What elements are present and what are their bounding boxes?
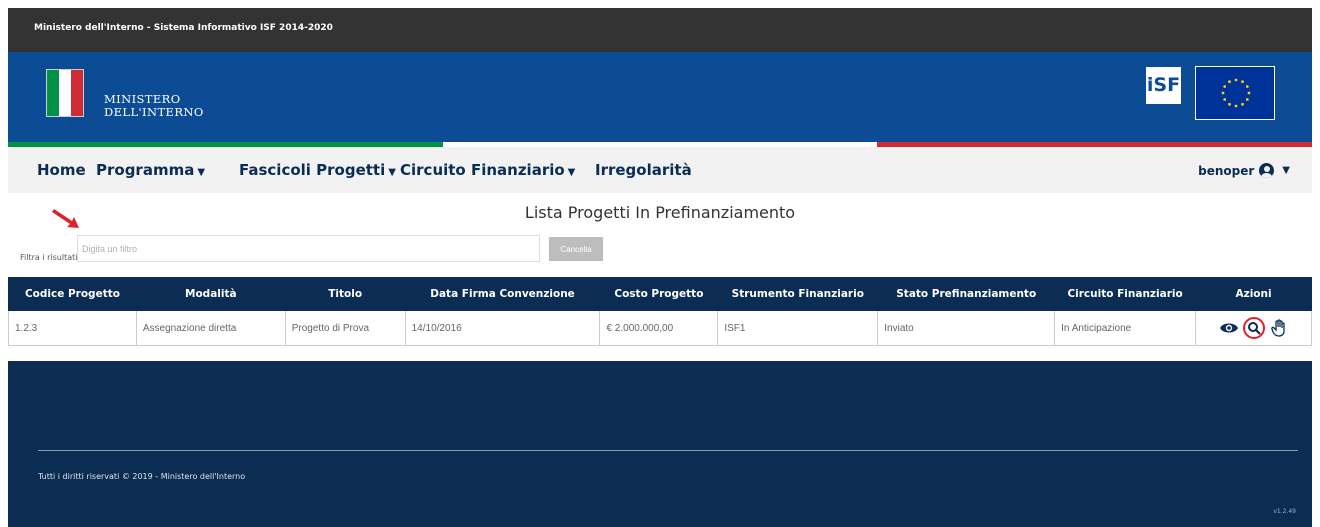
isf-logo: iSF [1146, 67, 1181, 104]
filter-input[interactable] [77, 235, 540, 262]
caret-down-icon: ▼ [197, 167, 206, 178]
cancel-button[interactable]: Cancella [549, 237, 603, 261]
cell-strumento: ISF1 [717, 310, 879, 346]
cell-modalita: Assegnazione diretta [135, 310, 286, 346]
cell-stato: Inviato [877, 310, 1056, 346]
nav-home[interactable]: Home [37, 161, 86, 179]
caret-down-icon: ▼ [1282, 165, 1290, 176]
cell-titolo: Progetto di Prova [284, 310, 406, 346]
nav-irregolarita[interactable]: Irregolarità [595, 161, 692, 179]
user-menu[interactable]: benoper ▼ [1198, 163, 1290, 178]
cell-circuito: In Anticipazione [1054, 310, 1197, 346]
caret-down-icon: ▼ [388, 167, 396, 178]
nav-programma-label: Programma [96, 161, 195, 179]
col-circuito-finanziario[interactable]: Circuito Finanziario [1054, 277, 1197, 311]
page-title: Lista Progetti In Prefinanziamento [524, 203, 796, 222]
site-footer: Tutti i diritti riservati © 2019 - Minis… [8, 361, 1312, 527]
top-bar: Ministero dell'Interno - Sistema Informa… [8, 8, 1312, 52]
app-version: v1.2.49 [1273, 508, 1296, 515]
footer-divider [38, 450, 1298, 451]
main-navbar: Home Programma ▼ Fascicoli Progetti ▼ Circ… [8, 147, 1312, 193]
filter-label: Filtra i risultati: [20, 253, 81, 262]
cell-azioni [1195, 310, 1312, 346]
nav-home-label: Home [37, 161, 86, 179]
col-codice-progetto[interactable]: Codice Progetto [8, 277, 137, 311]
col-azioni: Azioni [1195, 277, 1312, 311]
col-strumento-finanziario[interactable]: Strumento Finanziario [717, 277, 879, 311]
username: benoper [1198, 163, 1255, 178]
user-circle-icon [1259, 163, 1275, 178]
col-titolo[interactable]: Titolo [284, 277, 406, 311]
col-data-firma[interactable]: Data Firma Convenzione [404, 277, 601, 311]
brand-line-2: DELL'INTERNO [104, 105, 204, 119]
nav-irregolarita-label: Irregolarità [595, 161, 692, 179]
footer-copyright: Tutti i diritti riservati © 2019 - Minis… [38, 472, 246, 481]
eye-icon[interactable] [1218, 317, 1240, 339]
site-header: MINISTERO DELL'INTERNO iSF [8, 52, 1312, 142]
magnifier-icon[interactable] [1242, 317, 1265, 339]
nav-fascicoli-progetti[interactable]: Fascicoli Progetti ▼ [239, 161, 396, 179]
italy-flag-icon [46, 69, 84, 117]
projects-table: Codice Progetto Modalità Titolo Data Fir… [8, 277, 1312, 346]
cell-costo: € 2.000.000,00 [599, 310, 719, 346]
system-title: Ministero dell'Interno - Sistema Informa… [34, 23, 333, 33]
table-row: 1.2.3 Assegnazione diretta Progetto di P… [8, 310, 1312, 346]
hand-icon[interactable] [1268, 317, 1290, 339]
col-modalita[interactable]: Modalità [135, 277, 286, 311]
col-stato-prefinanziamento[interactable]: Stato Prefinanziamento [877, 277, 1056, 311]
eu-flag-icon [1195, 66, 1275, 120]
ministry-logo-text[interactable]: MINISTERO DELL'INTERNO [104, 93, 204, 119]
caret-down-icon: ▼ [567, 167, 576, 178]
table-header-row: Codice Progetto Modalità Titolo Data Fir… [8, 277, 1312, 311]
nav-programma[interactable]: Programma ▼ [96, 161, 205, 179]
nav-circuito-label: Circuito Finanziario [400, 161, 565, 179]
cell-data: 14/10/2016 [404, 310, 601, 346]
nav-circuito-finanziario[interactable]: Circuito Finanziario ▼ [400, 161, 575, 179]
nav-fascicoli-label: Fascicoli Progetti [239, 161, 386, 179]
col-costo-progetto[interactable]: Costo Progetto [599, 277, 719, 311]
cell-codice: 1.2.3 [8, 310, 137, 346]
